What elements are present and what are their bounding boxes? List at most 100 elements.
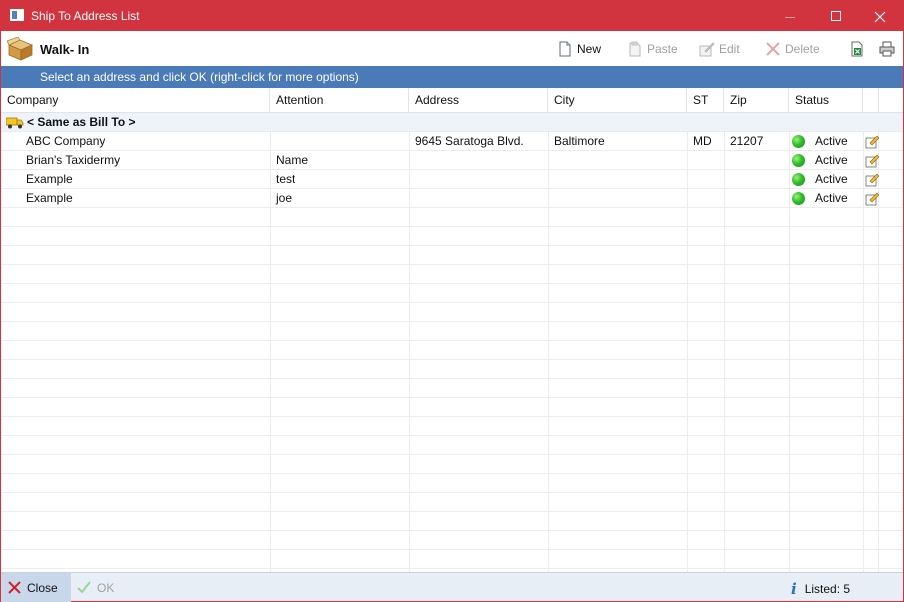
status-active-icon bbox=[792, 135, 805, 148]
edit-record-icon bbox=[865, 154, 879, 168]
status-active-icon bbox=[792, 192, 805, 205]
close-label: Close bbox=[27, 580, 58, 595]
export-excel-button[interactable] bbox=[849, 40, 865, 58]
maximize-button[interactable] bbox=[813, 1, 859, 31]
column-header-city[interactable]: City bbox=[548, 88, 687, 113]
cell-status: Active bbox=[789, 151, 863, 170]
cell-city bbox=[548, 151, 554, 170]
cell-edit[interactable] bbox=[863, 151, 879, 170]
listed-count: i Listed: 5 bbox=[791, 580, 850, 598]
empty-row bbox=[1, 436, 903, 455]
checkmark-icon bbox=[77, 581, 91, 594]
empty-row bbox=[1, 417, 903, 436]
empty-row bbox=[1, 284, 903, 303]
status-text: Active bbox=[815, 172, 848, 186]
empty-row bbox=[1, 474, 903, 493]
table-row[interactable]: Brian's Taxidermy Name Active bbox=[1, 151, 903, 170]
grid-header: Company Attention Address City ST Zip St… bbox=[1, 88, 903, 113]
new-label: New bbox=[577, 42, 602, 56]
edit-button[interactable]: Edit bbox=[699, 40, 740, 58]
table-row[interactable]: Example joe Active bbox=[1, 189, 903, 208]
title-bar: Ship To Address List bbox=[1, 1, 903, 31]
cell-city bbox=[548, 170, 554, 189]
ship-to-address-window: Ship To Address List Walk- In New Paste … bbox=[0, 0, 904, 602]
print-button[interactable] bbox=[879, 40, 895, 58]
info-icon: i bbox=[791, 580, 797, 598]
table-row[interactable]: Example test Active bbox=[1, 170, 903, 189]
address-grid[interactable]: Company Attention Address City ST Zip St… bbox=[1, 88, 903, 572]
status-active-icon bbox=[792, 173, 805, 186]
cell-status: Active bbox=[789, 170, 863, 189]
cell-status: Active bbox=[789, 132, 863, 151]
window-title: Ship To Address List bbox=[31, 9, 140, 23]
status-text: Active bbox=[815, 153, 848, 167]
empty-row bbox=[1, 360, 903, 379]
empty-row bbox=[1, 398, 903, 417]
cell-st bbox=[687, 189, 693, 208]
cell-attention: Name bbox=[276, 153, 309, 167]
column-header-st[interactable]: ST bbox=[687, 88, 724, 113]
listed-text: Listed: 5 bbox=[804, 582, 851, 596]
minimize-button[interactable] bbox=[767, 1, 813, 31]
cell-city: Baltimore bbox=[554, 134, 605, 148]
status-text: Active bbox=[815, 134, 848, 148]
cell-zip: 21207 bbox=[730, 134, 764, 148]
customer-name: Walk- In bbox=[40, 42, 90, 57]
empty-row bbox=[1, 208, 903, 227]
empty-row bbox=[1, 322, 903, 341]
maximize-icon bbox=[831, 11, 841, 22]
status-text: Active bbox=[815, 191, 848, 205]
cell-zip bbox=[724, 189, 730, 208]
empty-row bbox=[1, 512, 903, 531]
instruction-bar: Select an address and click OK (right-cl… bbox=[1, 66, 903, 88]
edit-label: Edit bbox=[719, 42, 740, 56]
footer-bar: Close OK i Listed: 5 bbox=[1, 572, 903, 602]
delete-button[interactable]: Delete bbox=[765, 40, 820, 58]
table-row[interactable]: ABC Company 9645 Saratoga Blvd. Baltimor… bbox=[1, 132, 903, 151]
cell-attention bbox=[270, 132, 276, 151]
cell-address bbox=[409, 151, 415, 170]
cell-city bbox=[548, 189, 554, 208]
close-x-icon bbox=[8, 581, 21, 594]
empty-row bbox=[1, 227, 903, 246]
edit-record-icon bbox=[865, 192, 879, 206]
cell-zip bbox=[724, 170, 730, 189]
cell-st bbox=[687, 170, 693, 189]
cell-edit[interactable] bbox=[863, 189, 879, 208]
paste-button[interactable]: Paste bbox=[627, 40, 678, 58]
edit-icon bbox=[699, 42, 715, 57]
close-button[interactable]: Close bbox=[1, 573, 71, 602]
new-button[interactable]: New bbox=[557, 40, 601, 58]
cell-st: MD bbox=[693, 134, 712, 148]
instruction-text: Select an address and click OK (right-cl… bbox=[40, 70, 359, 84]
cell-edit[interactable] bbox=[863, 132, 879, 151]
close-icon bbox=[874, 11, 886, 23]
column-header-address[interactable]: Address bbox=[409, 88, 548, 113]
cell-edit[interactable] bbox=[863, 170, 879, 189]
column-header-status[interactable]: Status bbox=[789, 88, 863, 113]
empty-row bbox=[1, 550, 903, 569]
empty-row bbox=[1, 303, 903, 322]
app-icon bbox=[10, 9, 24, 21]
group-row-label: < Same as Bill To > bbox=[27, 115, 136, 129]
ok-button[interactable]: OK bbox=[75, 573, 135, 602]
cell-company: Brian's Taxidermy bbox=[26, 153, 121, 167]
empty-row bbox=[1, 246, 903, 265]
cell-st bbox=[687, 151, 693, 170]
column-header-zip[interactable]: Zip bbox=[724, 88, 789, 113]
minimize-icon bbox=[785, 16, 795, 18]
same-as-bill-to-row[interactable]: < Same as Bill To > bbox=[1, 113, 903, 132]
print-icon bbox=[879, 41, 895, 57]
column-header-attention[interactable]: Attention bbox=[270, 88, 409, 113]
window-close-button[interactable] bbox=[857, 1, 903, 31]
delete-icon bbox=[766, 42, 780, 56]
empty-row bbox=[1, 265, 903, 284]
column-header-company[interactable]: Company bbox=[1, 88, 270, 113]
cell-status: Active bbox=[789, 189, 863, 208]
delete-label: Delete bbox=[785, 42, 820, 56]
toolbar: Walk- In New Paste Edit Delete bbox=[1, 31, 903, 66]
empty-row bbox=[1, 531, 903, 550]
cell-company: Example bbox=[26, 191, 73, 205]
column-header-edit bbox=[863, 88, 879, 113]
new-document-icon bbox=[559, 41, 571, 57]
